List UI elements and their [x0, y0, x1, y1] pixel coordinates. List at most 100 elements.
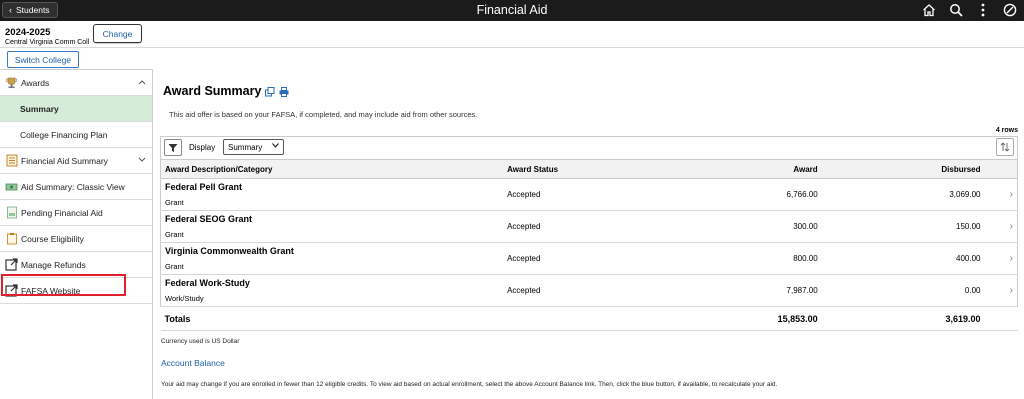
sidebar-item-label: Pending Financial Aid [21, 207, 103, 218]
header-divider [0, 47, 1024, 48]
chevron-down-icon [138, 156, 146, 165]
totals-row: Totals 15,853.00 3,619.00 [160, 306, 1018, 331]
award-name: Federal Work-Study [165, 278, 250, 288]
award-description-cell: Federal SEOG Grant Grant [160, 210, 504, 243]
sidebar-item-awards[interactable]: Awards [0, 70, 152, 96]
account-balance-link[interactable]: Account Balance [161, 358, 225, 368]
award-amount: 6,766.00 [670, 178, 822, 211]
award-name: Federal SEOG Grant [165, 214, 253, 224]
totals-award: 15,853.00 [670, 306, 822, 331]
table-header-row: Award Description/Category Award Status … [160, 159, 1018, 179]
sidebar-item-label: Summary [20, 103, 59, 114]
table-row[interactable]: Federal Pell Grant Grant Accepted 6,766.… [160, 178, 1018, 211]
display-select-value: Summary [228, 142, 263, 152]
chevron-right-icon: › [1009, 285, 1013, 296]
column-header: Award [670, 159, 822, 179]
intro-text: This aid offer is based on your FAFSA, i… [169, 110, 478, 119]
sort-icon [1000, 142, 1010, 152]
sidebar-item-summary[interactable]: Summary [0, 96, 152, 122]
section-title: Award Summary [163, 84, 262, 98]
switch-college-button[interactable]: Switch College [7, 51, 79, 68]
award-amount: 800.00 [670, 242, 822, 275]
checklist-icon [5, 154, 18, 167]
award-grid: Display Summary Award Description/Catego… [160, 136, 1018, 332]
award-summary-header: Award Summary [163, 84, 289, 98]
sidebar-item-label: Manage Refunds [21, 259, 86, 270]
display-select[interactable]: Summary [223, 139, 284, 155]
chevron-down-icon [272, 143, 279, 150]
award-status: Accepted [503, 242, 671, 275]
trophy-icon [5, 76, 18, 89]
filter-button[interactable] [164, 139, 182, 156]
search-icon[interactable] [948, 2, 964, 18]
totals-label: Totals [160, 306, 504, 331]
chevron-up-icon [138, 78, 146, 87]
circle-slash-icon[interactable] [1002, 2, 1018, 18]
award-category: Grant [165, 198, 184, 207]
sidebar-item-college-financing-plan[interactable]: College Financing Plan [0, 122, 152, 148]
external-link-icon [5, 258, 18, 271]
aid-year: 2024-2025 [5, 27, 51, 38]
award-amount: 7,987.00 [670, 274, 822, 307]
sidebar-item-pending-financial-aid[interactable]: Pending Financial Aid [0, 200, 152, 226]
award-amount: 300.00 [670, 210, 822, 243]
sidebar: Awards Summary College Financing Plan Fi… [0, 69, 153, 399]
disbursed-amount: 3,069.00 [821, 178, 985, 211]
award-status: Accepted [503, 274, 671, 307]
money-icon [5, 180, 18, 193]
award-status: Accepted [503, 178, 671, 211]
term-info: 2024-2025 Central Virginia Comm Coll [5, 27, 89, 46]
row-chevron-cell[interactable]: › [984, 178, 1018, 211]
award-description-cell: Federal Pell Grant Grant [160, 178, 504, 211]
currency-note: Currency used is US Dollar [161, 338, 240, 345]
new-window-icon[interactable] [265, 86, 275, 97]
disbursed-amount: 0.00 [821, 274, 985, 307]
page-title: Financial Aid [476, 3, 548, 17]
top-icons [921, 2, 1018, 18]
disbursed-amount: 150.00 [821, 210, 985, 243]
sidebar-item-aid-summary-classic-view[interactable]: Aid Summary: Classic View [0, 174, 152, 200]
table-row[interactable]: Federal SEOG Grant Grant Accepted 300.00… [160, 210, 1018, 243]
home-icon[interactable] [921, 2, 937, 18]
grid-toolbar: Display Summary [160, 136, 1018, 159]
highlight-annotation [1, 274, 126, 296]
row-chevron-cell[interactable]: › [984, 210, 1018, 243]
award-category: Grant [165, 230, 184, 239]
clipboard-icon [5, 232, 18, 245]
award-status: Accepted [503, 210, 671, 243]
totals-disbursed: 3,619.00 [821, 306, 985, 331]
print-icon[interactable] [279, 86, 289, 97]
column-header: Disbursed [821, 159, 985, 179]
totals-spacer [984, 306, 1018, 331]
row-chevron-cell[interactable]: › [984, 242, 1018, 275]
award-name: Federal Pell Grant [165, 182, 243, 192]
sidebar-item-label: Aid Summary: Classic View [21, 181, 125, 192]
table-row[interactable]: Virginia Commonwealth Grant Grant Accept… [160, 242, 1018, 275]
chevron-right-icon: › [1009, 221, 1013, 232]
table-row[interactable]: Federal Work-Study Work/Study Accepted 7… [160, 274, 1018, 307]
award-description-cell: Federal Work-Study Work/Study [160, 274, 504, 307]
column-header-spacer [984, 159, 1018, 179]
award-table: Award Description/Category Award Status … [160, 159, 1018, 331]
sidebar-item-label: College Financing Plan [20, 129, 108, 140]
sidebar-item-financial-aid-summary[interactable]: Financial Aid Summary [0, 148, 152, 174]
totals-empty [503, 306, 671, 331]
award-description-cell: Virginia Commonwealth Grant Grant [160, 242, 504, 275]
sidebar-item-label: Course Eligibility [21, 233, 84, 244]
column-header: Award Description/Category [160, 159, 504, 179]
sidebar-item-course-eligibility[interactable]: Course Eligibility [0, 226, 152, 252]
sort-button[interactable] [996, 138, 1014, 156]
change-button[interactable]: Change [93, 24, 142, 43]
more-vertical-icon[interactable] [975, 2, 991, 18]
footnote: Your aid may change if you are enrolled … [161, 381, 778, 388]
sidebar-item-label: Awards [21, 77, 50, 88]
column-header: Award Status [503, 159, 671, 179]
row-chevron-cell[interactable]: › [984, 274, 1018, 307]
college-name: Central Virginia Comm Coll [5, 39, 90, 46]
display-label: Display [189, 143, 216, 152]
sidebar-item-label: Financial Aid Summary [21, 155, 108, 166]
award-name: Virginia Commonwealth Grant [165, 246, 294, 256]
chevron-right-icon: › [1009, 189, 1013, 200]
filter-icon [168, 143, 178, 152]
award-category: Work/Study [165, 294, 204, 303]
